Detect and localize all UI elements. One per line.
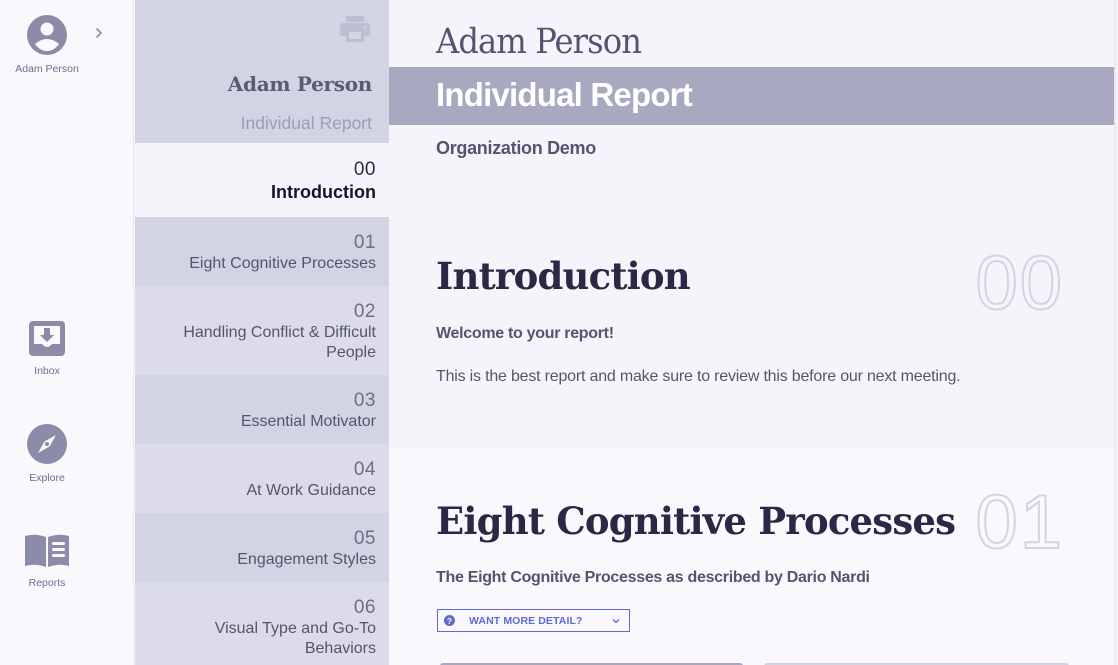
nav-item-title: Visual Type and Go-To Behaviors xyxy=(214,620,376,657)
report-summary: Adam Person Individual Report xyxy=(135,0,389,143)
section-body: This is the best report and make sure to… xyxy=(436,368,961,385)
nav-item-eight-cognitive-processes[interactable]: 01 Eight Cognitive Processes xyxy=(135,217,389,286)
section-subtitle: The Eight Cognitive Processes as describ… xyxy=(436,569,870,586)
report-title-band: Individual Report xyxy=(389,67,1116,125)
rail-item-label: Reports xyxy=(28,577,66,589)
printer-icon[interactable] xyxy=(339,15,371,43)
detail-button-label: WANT MORE DETAIL? xyxy=(469,614,583,627)
rail-item-inbox[interactable]: Inbox xyxy=(0,320,94,377)
user-avatar-icon xyxy=(27,15,67,55)
nav-item-number: 06 xyxy=(353,597,376,618)
nav-item-engagement-styles[interactable]: 05 Engagement Styles xyxy=(135,513,389,582)
nav-item-at-work-guidance[interactable]: 04 At Work Guidance xyxy=(135,444,389,513)
nav-item-number: 01 xyxy=(353,232,376,253)
nav-item-number: 00 xyxy=(353,159,376,180)
nav-item-essential-motivator[interactable]: 03 Essential Motivator xyxy=(135,375,389,444)
book-open-icon xyxy=(25,534,69,567)
section-title: Introduction xyxy=(436,254,691,298)
nav-item-number: 02 xyxy=(353,301,376,322)
nav-person-name: Adam Person xyxy=(227,72,373,96)
chevron-down-icon xyxy=(612,618,619,623)
nav-item-number: 04 xyxy=(353,459,376,480)
nav-item-title: Introduction xyxy=(271,182,376,202)
section-number: 01 xyxy=(974,479,1064,566)
section-title: Eight Cognitive Processes xyxy=(436,499,956,543)
scrollbar[interactable] xyxy=(1114,0,1116,665)
section-number: 00 xyxy=(974,240,1064,327)
rail-item-label: Inbox xyxy=(34,365,60,377)
report-title: Individual Report xyxy=(436,76,693,113)
nav-item-title: Eight Cognitive Processes xyxy=(189,255,376,272)
organization-name: Organization Demo xyxy=(436,138,596,158)
user-name: Adam Person xyxy=(15,63,79,75)
nav-item-visual-type[interactable]: 06 Visual Type and Go-To Behaviors xyxy=(135,582,389,665)
rail-item-explore[interactable]: Explore xyxy=(0,424,94,484)
section-subtitle: Welcome to your report! xyxy=(436,325,614,342)
app-rail: Adam Person Inbox Explore Reports xyxy=(0,0,134,665)
rail-item-reports[interactable]: Reports xyxy=(0,533,94,589)
nav-item-title: Handling Conflict & Difficult People xyxy=(183,324,376,361)
compass-icon xyxy=(27,424,67,464)
nav-item-title: Essential Motivator xyxy=(240,413,376,430)
section-eight-cognitive-processes: Eight Cognitive Processes 01 The Eight C… xyxy=(389,449,1116,665)
user-profile[interactable]: Adam Person xyxy=(0,14,94,75)
question-circle-icon: ? xyxy=(444,615,455,626)
chevron-right-icon xyxy=(95,27,103,39)
nav-item-introduction[interactable]: 00 Introduction xyxy=(135,143,389,217)
nav-report-type: Individual Report xyxy=(240,113,372,133)
section-navigation: Adam Person Individual Report 00 Introdu… xyxy=(135,0,389,665)
nav-item-number: 05 xyxy=(353,528,376,549)
nav-item-handling-conflict[interactable]: 02 Handling Conflict & Difficult People xyxy=(135,286,389,375)
rail-item-label: Explore xyxy=(29,472,65,484)
nav-item-title: At Work Guidance xyxy=(246,482,376,499)
inbox-download-icon xyxy=(29,321,65,356)
section-introduction: Introduction 00 Welcome to your report! … xyxy=(389,230,1116,449)
want-more-detail-button[interactable]: ? WANT MORE DETAIL? xyxy=(437,609,630,632)
expand-rail-button[interactable] xyxy=(92,24,106,42)
nav-item-title: Engagement Styles xyxy=(237,551,376,568)
report-content[interactable]: Adam Person Individual Report Organizati… xyxy=(389,0,1116,665)
report-person-name: Adam Person xyxy=(436,22,642,62)
nav-item-number: 03 xyxy=(353,390,376,411)
